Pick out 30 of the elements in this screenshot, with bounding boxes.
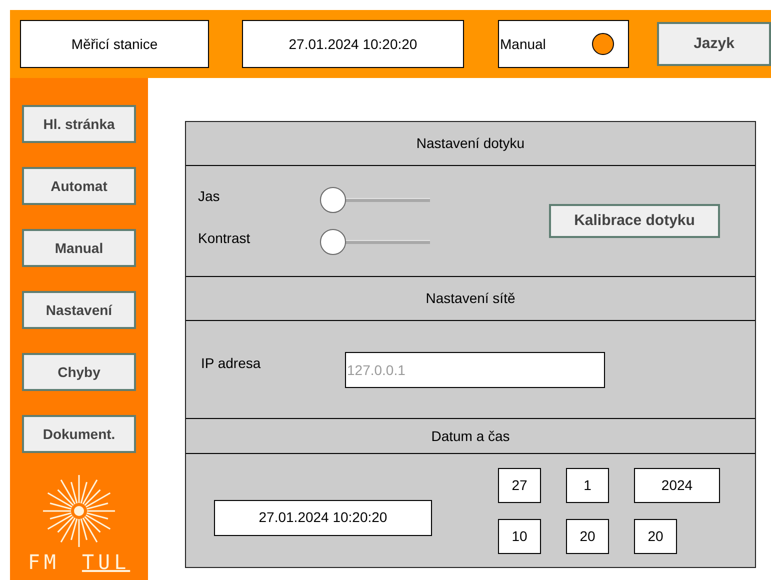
nav-button[interactable]: Nastavení (22, 291, 136, 329)
slider[interactable] (320, 229, 430, 255)
datetime-field[interactable]: 27.01.2024 10:20:20 (214, 500, 432, 536)
datetime-display: 27.01.2024 10:20:20 (242, 20, 464, 68)
language-button[interactable]: Jazyk (657, 22, 771, 66)
nav-button[interactable]: Automat (22, 167, 136, 205)
number-field[interactable]: 2024 (634, 468, 720, 502)
logo-text: FM (28, 549, 60, 576)
section-header: Nastavení dotyku (186, 122, 755, 166)
slider-label: Kontrast (198, 228, 252, 248)
logo-text: TUL (82, 549, 130, 576)
ip-label: IP adresa (201, 354, 262, 373)
nav-button[interactable]: Hl. stránka (22, 105, 136, 143)
number-field[interactable]: 1 (566, 468, 609, 502)
mode-label: Manual (500, 34, 546, 54)
ip-address-field[interactable]: 127.0.0.1 (345, 352, 605, 388)
number-field[interactable]: 20 (634, 518, 677, 554)
number-field[interactable]: 20 (566, 518, 609, 554)
section-header: Nastavení sítě (186, 277, 755, 321)
nav-button[interactable]: Manual (22, 229, 136, 267)
section-header: Datum a čas (186, 419, 755, 454)
slider[interactable] (320, 187, 430, 213)
station-name: Měřicí stanice (20, 20, 209, 68)
sun-logo-icon (41, 473, 117, 549)
nav-button[interactable]: Dokument. (22, 415, 136, 453)
slider-label: Jas (198, 186, 221, 206)
number-field[interactable]: 27 (498, 468, 541, 502)
nav-button[interactable]: Chyby (22, 353, 136, 391)
number-field[interactable]: 10 (498, 518, 541, 554)
calibrate-button[interactable]: Kalibrace dotyku (549, 204, 720, 238)
